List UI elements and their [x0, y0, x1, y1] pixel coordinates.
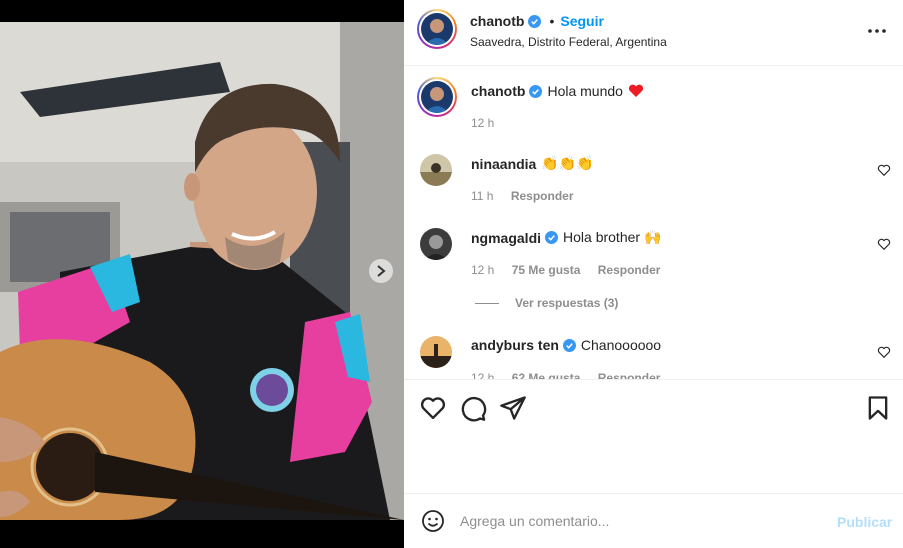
- comment-like-count[interactable]: 62 Me gusta: [512, 371, 581, 379]
- commenter-avatar[interactable]: [420, 228, 452, 260]
- next-photo-button[interactable]: [369, 259, 393, 283]
- like-comment-heart-icon[interactable]: [877, 163, 891, 177]
- comments-list[interactable]: chanotb Hola mundo 12 h ninaandia 👏👏👏 11…: [404, 67, 903, 379]
- post-header: chanotb • Seguir Saavedra, Distrito Fede…: [404, 0, 903, 66]
- chevron-right-icon: [377, 265, 386, 277]
- caption-username[interactable]: chanotb: [471, 83, 525, 99]
- save-bookmark-icon[interactable]: [864, 394, 892, 422]
- commenter-username[interactable]: ninaandia: [471, 156, 536, 172]
- comment-text: Chanoooooo: [580, 337, 662, 353]
- commenter-username[interactable]: ngmagaldi: [471, 230, 541, 246]
- reply-button[interactable]: Responder: [598, 263, 661, 277]
- comment-composer: Publicar: [404, 495, 903, 548]
- photo-illustration: [0, 22, 404, 520]
- comment-bubble-icon[interactable]: [459, 394, 487, 422]
- verified-badge-icon: [528, 14, 542, 28]
- comment-time[interactable]: 12 h: [471, 263, 494, 277]
- emoji-picker-icon[interactable]: [421, 509, 445, 533]
- author-avatar[interactable]: [417, 9, 457, 49]
- verified-badge-icon: [545, 231, 559, 244]
- post-side-panel: chanotb • Seguir Saavedra, Distrito Fede…: [404, 0, 903, 548]
- verified-badge-icon: [562, 338, 576, 352]
- verified-badge-icon: [529, 84, 543, 98]
- avatar-image: [420, 228, 452, 260]
- caption-time[interactable]: 12 h: [471, 116, 494, 130]
- comment-text: 👏👏👏: [541, 155, 594, 171]
- divider-line: [475, 302, 499, 304]
- red-heart-emoji-icon: [628, 84, 644, 97]
- post-actions-bar: [404, 379, 903, 494]
- view-replies-label: Ver respuestas (3): [515, 296, 619, 310]
- post-photo: [0, 22, 404, 520]
- avatar-image: [420, 336, 452, 368]
- share-paper-plane-icon[interactable]: [499, 394, 527, 422]
- avatar-image: [421, 81, 453, 113]
- reply-button[interactable]: Responder: [598, 371, 661, 379]
- post-location[interactable]: Saavedra, Distrito Federal, Argentina: [470, 35, 667, 49]
- caption-text: Hola mundo: [547, 83, 623, 99]
- caption-author-avatar[interactable]: [417, 77, 457, 117]
- view-replies-button[interactable]: Ver respuestas (3): [475, 296, 618, 310]
- reply-button[interactable]: Responder: [511, 189, 574, 203]
- author-username[interactable]: chanotb: [470, 13, 524, 29]
- more-options-icon[interactable]: [866, 20, 888, 42]
- publish-button[interactable]: Publicar: [837, 514, 892, 530]
- like-heart-icon[interactable]: [419, 394, 447, 422]
- avatar-image: [420, 154, 452, 186]
- comment-time[interactable]: 12 h: [471, 371, 494, 379]
- commenter-avatar[interactable]: [420, 154, 452, 186]
- like-comment-heart-icon[interactable]: [877, 345, 891, 359]
- comment-text: Hola brother 🙌: [563, 229, 662, 245]
- comment-like-count[interactable]: 75 Me gusta: [512, 263, 581, 277]
- comment-time[interactable]: 11 h: [471, 189, 493, 203]
- commenter-username[interactable]: andyburs ten: [471, 337, 559, 353]
- post-media: [0, 0, 404, 548]
- follow-button[interactable]: Seguir: [560, 13, 604, 29]
- commenter-avatar[interactable]: [420, 336, 452, 368]
- comment-input[interactable]: [460, 507, 820, 535]
- like-comment-heart-icon[interactable]: [877, 237, 891, 251]
- avatar-image: [421, 13, 453, 45]
- separator-dot: •: [549, 13, 555, 29]
